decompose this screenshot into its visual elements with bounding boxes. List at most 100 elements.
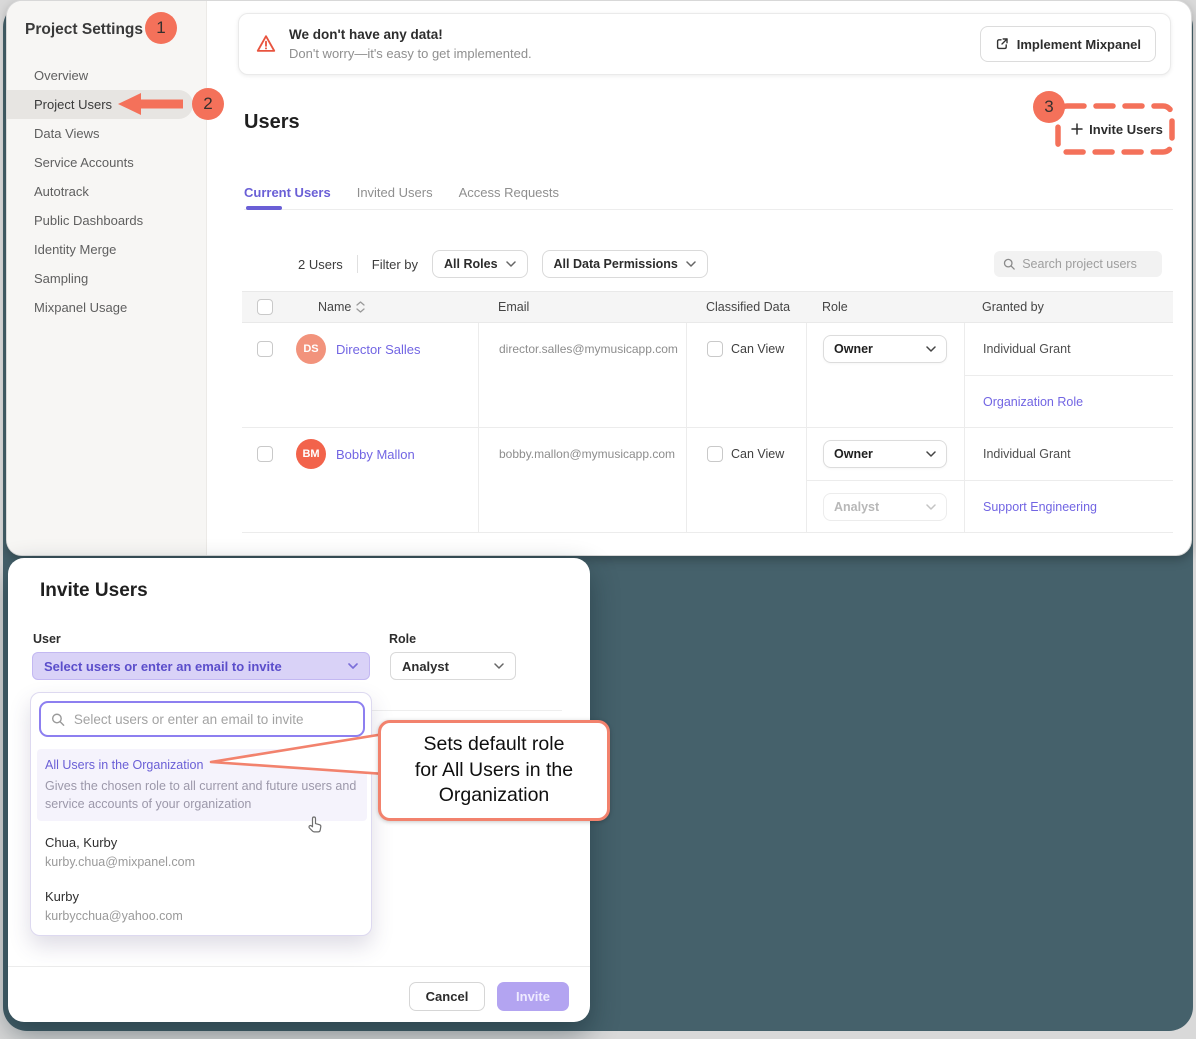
role-cell: Owner Analyst <box>806 428 964 532</box>
callout-line: Sets default role <box>383 732 605 758</box>
user-name-link[interactable]: Director Salles <box>336 342 421 357</box>
user-email: bobby.mallon@mymusicapp.com <box>479 447 675 461</box>
sidebar-item-service-accounts[interactable]: Service Accounts <box>7 148 207 177</box>
tab-current-users[interactable]: Current Users <box>244 185 331 200</box>
option-name: Chua, Kurby <box>45 835 195 850</box>
role-select[interactable]: Owner <box>823 440 947 468</box>
row-checkbox[interactable] <box>257 341 273 357</box>
granted-by-cell: Individual Grant Support Engineering <box>964 428 1173 532</box>
chevron-down-icon <box>348 663 358 669</box>
annotation-step-1-badge: 1 <box>145 12 177 44</box>
grant-source: Individual Grant <box>965 342 1071 356</box>
column-header-granted-by: Granted by <box>964 300 1173 314</box>
warning-icon <box>255 33 277 55</box>
roles-filter-label: All Roles <box>444 257 498 271</box>
sidebar: Project Settings Overview Project Users … <box>7 1 207 555</box>
plus-icon <box>1071 123 1083 135</box>
annotation-step-2-badge: 2 <box>192 88 224 120</box>
select-all-checkbox[interactable] <box>257 299 273 315</box>
search-icon <box>51 712 65 727</box>
invite-submit-button[interactable]: Invite <box>497 982 569 1011</box>
name-cell: DS Director Salles <box>288 323 478 427</box>
banner-texts: We don't have any data! Don't worry—it's… <box>289 27 532 61</box>
search-project-users-box[interactable] <box>994 251 1162 277</box>
row-checkbox[interactable] <box>257 446 273 462</box>
chevron-down-icon <box>926 451 936 457</box>
sidebar-item-overview[interactable]: Overview <box>7 61 207 90</box>
sidebar-item-sampling[interactable]: Sampling <box>7 264 207 293</box>
row-select-cell <box>242 428 288 532</box>
dropdown-search-input[interactable] <box>74 712 353 727</box>
chevron-down-icon <box>926 504 936 510</box>
sidebar-item-public-dashboards[interactable]: Public Dashboards <box>7 206 207 235</box>
column-header-name[interactable]: Name <box>288 300 478 314</box>
modal-title: Invite Users <box>40 580 148 602</box>
hand-cursor-icon <box>307 815 325 835</box>
sort-icon[interactable] <box>356 301 365 313</box>
search-project-users-input[interactable] <box>1022 257 1153 271</box>
invite-users-label: Invite Users <box>1089 122 1163 137</box>
can-view-label: Can View <box>731 342 784 356</box>
role-cell: Owner <box>806 323 964 427</box>
role-field-label: Role <box>389 632 416 646</box>
secondary-role-select: Analyst <box>823 493 947 521</box>
chevron-down-icon <box>686 261 696 267</box>
banner-subtitle: Don't worry—it's easy to get implemented… <box>289 46 532 61</box>
sidebar-item-autotrack[interactable]: Autotrack <box>7 177 207 206</box>
user-field-label: User <box>33 632 61 646</box>
table-row: BM Bobby Mallon bobby.mallon@mymusicapp.… <box>242 428 1173 533</box>
users-tabs: Current Users Invited Users Access Reque… <box>244 185 559 200</box>
invite-users-button[interactable]: Invite Users <box>1065 113 1169 145</box>
column-header-role: Role <box>806 300 964 314</box>
sidebar-item-identity-merge[interactable]: Identity Merge <box>7 235 207 264</box>
grant-source-link[interactable]: Organization Role <box>965 395 1083 409</box>
tabs-divider <box>244 209 1173 210</box>
callout-tail <box>203 726 385 778</box>
grant-source: Individual Grant <box>965 447 1071 461</box>
tab-access-requests[interactable]: Access Requests <box>459 185 559 200</box>
role-select-dropdown[interactable]: Analyst <box>390 652 516 680</box>
classified-data-cell: Can View <box>686 323 806 427</box>
option-chua-kurby[interactable]: Chua, Kurby kurby.chua@mixpanel.com <box>45 835 195 869</box>
roles-filter-dropdown[interactable]: All Roles <box>432 250 528 278</box>
permissions-filter-dropdown[interactable]: All Data Permissions <box>542 250 708 278</box>
search-icon <box>1003 257 1015 271</box>
implement-mixpanel-button[interactable]: Implement Mixpanel <box>980 26 1156 62</box>
can-view-checkbox[interactable] <box>707 446 723 462</box>
users-table: Name Email Classified Data Role Granted … <box>242 291 1173 533</box>
callout-line: for All Users in the <box>383 758 605 784</box>
chevron-down-icon <box>506 261 516 267</box>
sidebar-item-data-views[interactable]: Data Views <box>7 119 207 148</box>
user-select-dropdown[interactable]: Select users or enter an email to invite <box>32 652 370 680</box>
divider <box>357 255 358 273</box>
annotation-callout: Sets default role for All Users in the O… <box>378 720 610 821</box>
sidebar-item-mixpanel-usage[interactable]: Mixpanel Usage <box>7 293 207 322</box>
grant-source-link[interactable]: Support Engineering <box>965 500 1097 514</box>
avatar: BM <box>296 439 326 469</box>
option-kurby[interactable]: Kurby kurbycchua@yahoo.com <box>45 889 183 923</box>
user-name-link[interactable]: Bobby Mallon <box>336 447 415 462</box>
email-cell: bobby.mallon@mymusicapp.com <box>478 428 686 532</box>
page-title: Project Settings <box>25 21 143 39</box>
invite-users-modal: Invite Users User Select users or enter … <box>8 558 590 1022</box>
tab-invited-users[interactable]: Invited Users <box>357 185 433 200</box>
granted-by-cell: Individual Grant Organization Role <box>964 323 1173 427</box>
user-select-value: Select users or enter an email to invite <box>44 659 282 674</box>
project-settings-window: Project Settings Overview Project Users … <box>6 0 1192 556</box>
annotation-arrow-icon <box>115 90 185 118</box>
chevron-down-icon <box>926 346 936 352</box>
annotation-step-3-badge: 3 <box>1033 91 1065 123</box>
email-cell: director.salles@mymusicapp.com <box>478 323 686 427</box>
can-view-checkbox[interactable] <box>707 341 723 357</box>
no-data-banner: We don't have any data! Don't worry—it's… <box>238 13 1171 75</box>
chevron-down-icon <box>494 663 504 669</box>
filter-by-label: Filter by <box>372 257 418 272</box>
role-select[interactable]: Owner <box>823 335 947 363</box>
users-heading: Users <box>244 111 300 134</box>
can-view-label: Can View <box>731 447 784 461</box>
user-email: director.salles@mymusicapp.com <box>479 342 678 356</box>
screenshot-canvas: Project Settings Overview Project Users … <box>0 0 1196 1039</box>
cancel-button[interactable]: Cancel <box>409 982 485 1011</box>
avatar: DS <box>296 334 326 364</box>
role-select-value: Analyst <box>402 659 449 674</box>
